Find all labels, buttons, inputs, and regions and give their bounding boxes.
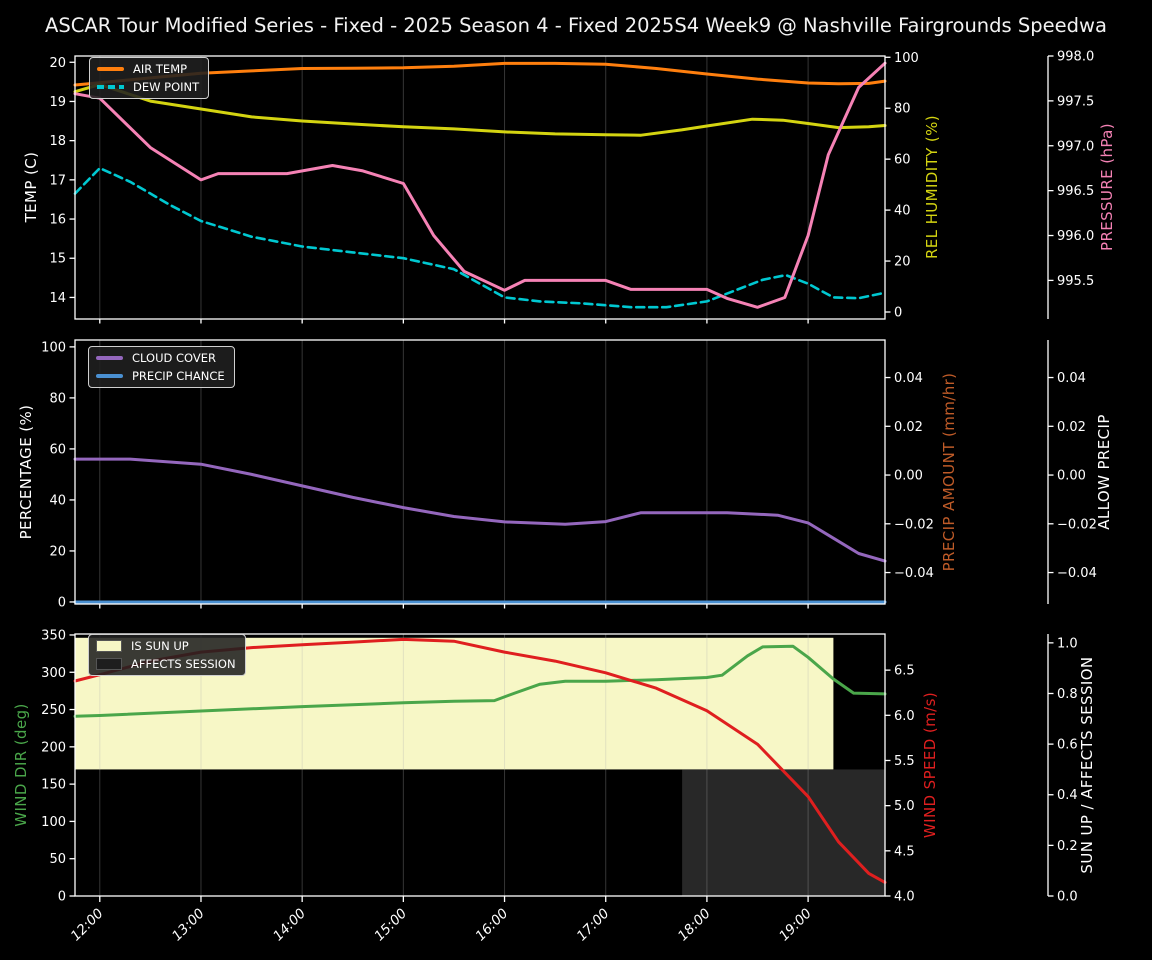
tick-label: 16 (49, 213, 66, 228)
tick-label: 20 (49, 56, 66, 71)
legend-swatch-icon (97, 67, 124, 71)
x-tick-label: 16:00 (473, 906, 512, 945)
tick-label: 1.0 (1057, 636, 1078, 651)
tick-label: 0.0 (1057, 890, 1078, 905)
legend-swatch-icon (96, 658, 122, 670)
tick-label: 0.02 (894, 420, 923, 435)
tick-label: 0.00 (894, 469, 923, 484)
tick-label: 19 (49, 95, 66, 110)
x-tick-label: 18:00 (675, 906, 714, 945)
tick-label: 15 (49, 252, 66, 267)
region-affects-session (682, 769, 885, 896)
tick-label: 20 (49, 544, 66, 559)
legend-item: CLOUD COVER (96, 351, 225, 365)
axis-title-temp: TEMP (C) (22, 151, 40, 223)
tick-label: 300 (41, 666, 66, 681)
plot-canvas: 20191817161514100806040200998.0997.5997.… (41, 50, 1097, 945)
legend-swatch-icon (96, 356, 123, 360)
tick-label: 998.0 (1057, 50, 1094, 65)
legend-item-label: PRECIP CHANCE (132, 369, 225, 383)
tick-label: 50 (49, 852, 66, 867)
legend-item: AIR TEMP (97, 62, 199, 76)
legend-item-label: AFFECTS SESSION (131, 657, 236, 671)
axis-title-sun-up: SUN UP / AFFECTS SESSION (1078, 656, 1096, 874)
x-tick-label: 12:00 (68, 906, 107, 945)
legend-temperature: AIR TEMP DEW POINT (89, 57, 210, 99)
series-dew-point (73, 166, 887, 309)
series-cloud-cover (73, 457, 887, 563)
axis-title-allow-precip: ALLOW PRECIP (1095, 414, 1113, 530)
x-tick-label: 14:00 (270, 906, 309, 945)
legend-swatch-icon (96, 640, 122, 652)
tick-label: −0.02 (894, 517, 934, 532)
tick-label: 6.5 (894, 664, 915, 679)
tick-label: 17 (49, 173, 66, 188)
tick-label: 996.5 (1057, 184, 1094, 199)
tick-label: 100 (41, 340, 66, 355)
tick-label: 0 (894, 305, 902, 320)
legend-sun-session: IS SUN UP AFFECTS SESSION (88, 634, 246, 676)
tick-label: 18 (49, 134, 66, 149)
tick-label: 0.04 (1057, 371, 1086, 386)
axis-title-rel-humidity: REL HUMIDITY (%) (923, 114, 941, 260)
x-tick-label: 13:00 (169, 906, 208, 945)
legend-item: PRECIP CHANCE (96, 369, 225, 383)
tick-label: 0.02 (1057, 420, 1086, 435)
tick-label: 40 (894, 204, 911, 219)
axis-title-wind-speed: WIND SPEED (m/s) (921, 691, 939, 839)
tick-label: 0.00 (1057, 469, 1086, 484)
x-tick-label: 19:00 (776, 906, 815, 945)
tick-label: 80 (894, 102, 911, 117)
tick-label: 4.5 (894, 844, 915, 859)
legend-item-label: CLOUD COVER (132, 351, 217, 365)
legend-item: IS SUN UP (96, 639, 236, 653)
tick-label: 60 (894, 153, 911, 168)
tick-label: 0.2 (1057, 839, 1078, 854)
tick-label: 200 (41, 740, 66, 755)
tick-label: 0.6 (1057, 738, 1078, 753)
tick-label: 0 (58, 890, 66, 905)
tick-label: 996.0 (1057, 229, 1094, 244)
tick-label: 995.5 (1057, 274, 1094, 289)
tick-label: −0.04 (1057, 566, 1097, 581)
legend-item-label: DEW POINT (133, 80, 200, 94)
tick-label: 0.4 (1057, 788, 1078, 803)
x-tick-label: 17:00 (574, 906, 613, 945)
legend-item: AFFECTS SESSION (96, 657, 236, 671)
tick-label: 40 (49, 493, 66, 508)
tick-label: 20 (894, 255, 911, 270)
legend-item-label: IS SUN UP (131, 639, 189, 653)
axis-title-precip-amount: PRECIP AMOUNT (mm/hr) (940, 372, 958, 572)
tick-label: 4.0 (894, 890, 915, 905)
tick-label: 150 (41, 778, 66, 793)
tick-label: 5.5 (894, 754, 915, 769)
series-pressure (73, 61, 887, 309)
tick-label: 60 (49, 442, 66, 457)
tick-label: 250 (41, 703, 66, 718)
tick-label: 350 (41, 628, 66, 643)
tick-label: 997.0 (1057, 139, 1094, 154)
axis-title-percentage: PERCENTAGE (%) (17, 404, 35, 540)
tick-label: −0.04 (894, 566, 934, 581)
tick-label: 100 (894, 51, 919, 66)
legend-item: DEW POINT (97, 80, 199, 94)
weather-forecast-figure: ASCAR Tour Modified Series - Fixed - 202… (0, 0, 1152, 960)
tick-label: 5.0 (894, 799, 915, 814)
tick-label: 0.8 (1057, 687, 1078, 702)
tick-label: 997.5 (1057, 94, 1094, 109)
tick-label: −0.02 (1057, 517, 1097, 532)
tick-label: 0 (58, 595, 66, 610)
axis-title-wind-dir: WIND DIR (deg) (12, 703, 30, 827)
legend-swatch-icon (96, 374, 123, 378)
tick-label: 14 (49, 291, 66, 306)
tick-label: 6.0 (894, 709, 915, 724)
x-tick-label: 15:00 (371, 906, 410, 945)
legend-swatch-icon (97, 85, 124, 89)
tick-label: 0.04 (894, 371, 923, 386)
axis-title-pressure: PRESSURE (hPa) (1098, 122, 1116, 252)
legend-cloud-precip: CLOUD COVER PRECIP CHANCE (88, 346, 235, 388)
tick-label: 80 (49, 391, 66, 406)
legend-item-label: AIR TEMP (133, 62, 188, 76)
tick-label: 100 (41, 815, 66, 830)
